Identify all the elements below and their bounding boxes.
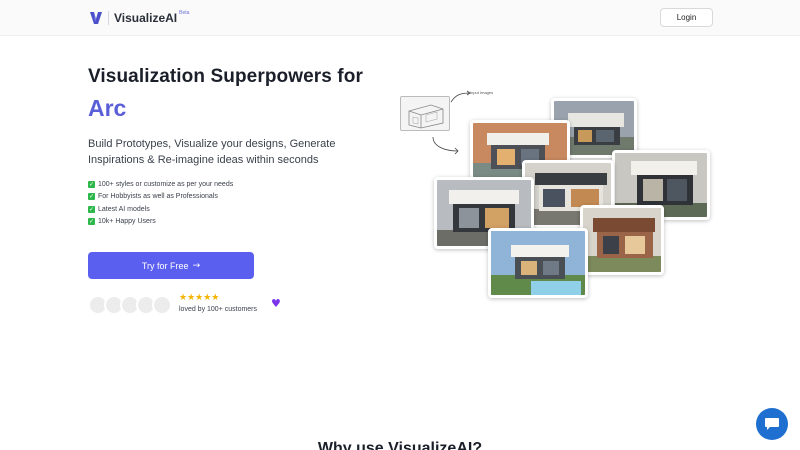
- render-image: [580, 205, 664, 275]
- check-icon: ✓: [88, 193, 95, 201]
- list-item: ✓ Latest AI models: [88, 203, 233, 216]
- cta-label: Try for Free: [141, 260, 189, 271]
- rating-stars: ★★★★★: [179, 293, 220, 303]
- input-sketch-image: [400, 96, 450, 131]
- feature-text: 10k+ Happy Users: [98, 218, 156, 226]
- chat-icon: [765, 418, 779, 430]
- social-proof-text: loved by 100+ customers: [179, 306, 258, 313]
- list-item: ✓ For Hobbyists as well as Professionals: [88, 191, 233, 204]
- beta-badge: Beta: [179, 10, 190, 16]
- input-images-label: Input Images: [470, 90, 494, 95]
- arrow-right-icon: →: [192, 260, 201, 271]
- feature-list: ✓ 100+ styles or customize as per your ne…: [88, 178, 233, 228]
- list-item: ✓ 10k+ Happy Users: [88, 216, 233, 229]
- section-heading: Why use VisualizeAI?: [317, 440, 483, 450]
- list-item: ✓ 100+ styles or customize as per your ne…: [88, 178, 233, 191]
- feature-text: For Hobbyists as well as Professionals: [98, 193, 218, 201]
- check-icon: ✓: [88, 205, 95, 213]
- top-navbar: VisualizeAI Beta Login: [0, 0, 800, 36]
- avatar: [152, 295, 172, 315]
- feature-text: 100+ styles or customize as per your nee…: [98, 180, 234, 188]
- check-icon: ✓: [88, 180, 95, 188]
- login-button[interactable]: Login: [660, 8, 713, 27]
- brand-logo[interactable]: VisualizeAI Beta: [89, 10, 190, 25]
- hero-accent-word: Arc: [88, 95, 127, 121]
- feature-text: Latest AI models: [98, 205, 150, 213]
- brand-name: VisualizeAI: [114, 11, 178, 25]
- arrow-curve-icon: [432, 136, 459, 155]
- check-icon: ✓: [88, 218, 95, 226]
- render-image: [488, 228, 588, 298]
- arrow-curve-icon: [450, 90, 471, 103]
- heart-icon: ♥: [271, 297, 281, 310]
- try-for-free-button[interactable]: Try for Free →: [88, 252, 254, 279]
- logo-v-icon: [90, 12, 102, 24]
- hero-title: Visualization Superpowers for: [88, 66, 363, 87]
- chat-widget-button[interactable]: [756, 408, 788, 440]
- logo-divider: [108, 11, 109, 25]
- customer-avatars: [88, 295, 172, 315]
- hero-subtitle: Build Prototypes, Visualize your designs…: [88, 138, 336, 166]
